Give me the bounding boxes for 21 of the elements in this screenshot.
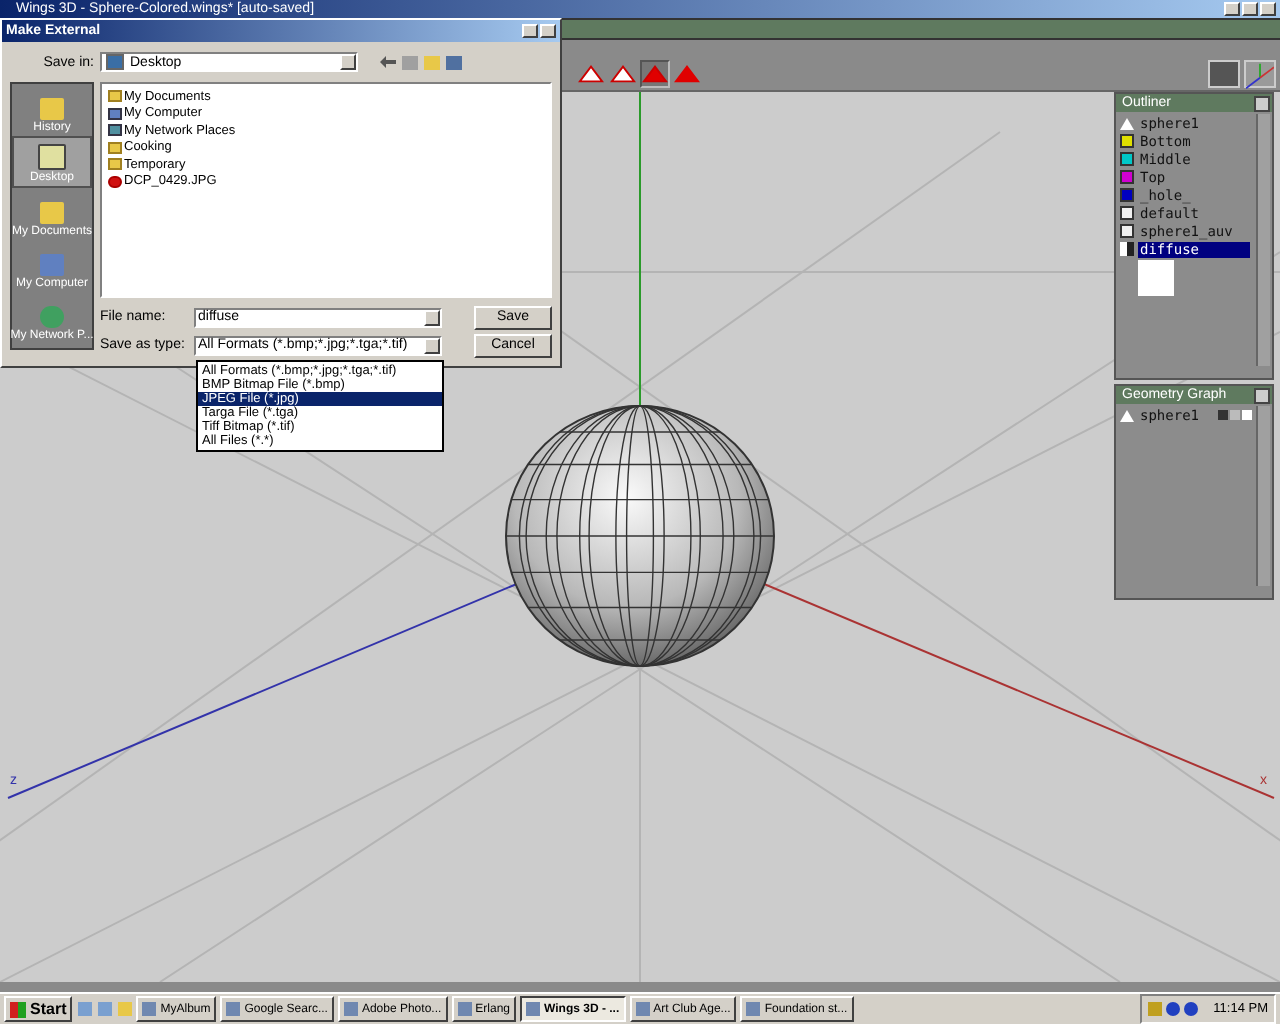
help-button[interactable] bbox=[522, 24, 538, 38]
desktop-icon bbox=[106, 54, 124, 70]
smooth-preview-button[interactable] bbox=[1208, 60, 1240, 88]
scrollbar[interactable] bbox=[1256, 114, 1270, 366]
selection-mode-button[interactable] bbox=[576, 60, 606, 88]
close-button[interactable] bbox=[1254, 95, 1270, 111]
object-icon bbox=[1120, 408, 1134, 422]
back-arrow-icon[interactable] bbox=[380, 56, 396, 68]
image-thumbnail bbox=[1138, 260, 1174, 296]
selection-mode-button[interactable] bbox=[640, 60, 670, 88]
folder-icon bbox=[108, 90, 122, 103]
image-file-icon bbox=[108, 175, 122, 188]
image-icon bbox=[1120, 242, 1134, 256]
axes-toggle-button[interactable] bbox=[1244, 60, 1276, 88]
selection-mode-button[interactable] bbox=[608, 60, 638, 88]
close-button[interactable] bbox=[1254, 387, 1270, 403]
minimize-button[interactable] bbox=[1224, 2, 1240, 16]
object-icon bbox=[1120, 116, 1134, 130]
scrollbar[interactable] bbox=[1256, 406, 1270, 586]
start-button[interactable]: Start bbox=[4, 996, 73, 1022]
maximize-button[interactable] bbox=[1242, 2, 1258, 16]
